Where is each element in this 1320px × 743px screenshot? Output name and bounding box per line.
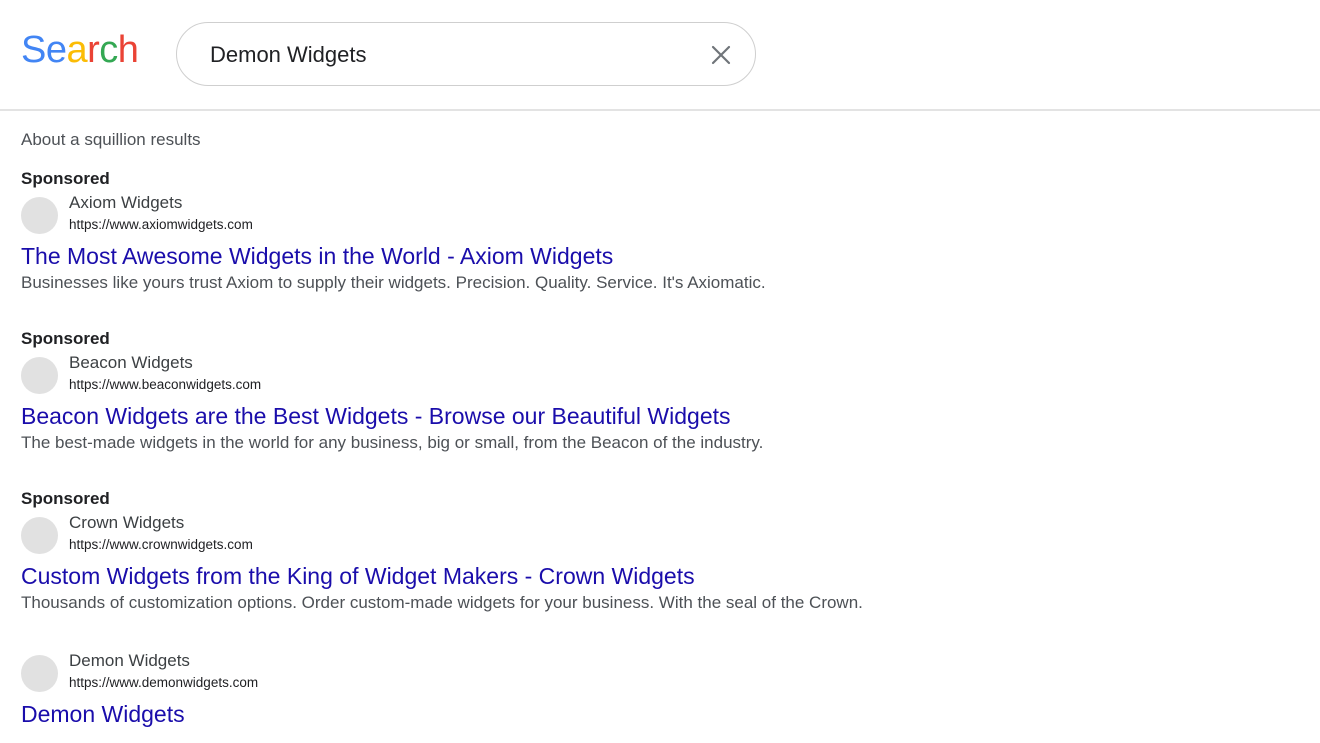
site-url: https://www.demonwidgets.com (69, 675, 259, 690)
site-url: https://www.axiomwidgets.com (69, 217, 253, 232)
site-url: https://www.beaconwidgets.com (69, 377, 262, 392)
logo-letter: r (87, 29, 100, 71)
site-favicon (21, 655, 58, 692)
site-name: Axiom Widgets (69, 193, 183, 212)
result-title-link[interactable]: The Most Awesome Widgets in the World - … (21, 241, 1121, 271)
site-info[interactable]: Demon Widgets https://www.demonwidgets.c… (21, 649, 1121, 699)
site-url: https://www.crownwidgets.com (69, 537, 253, 552)
search-header: S e a r c h (0, 0, 1320, 111)
site-info[interactable]: Beacon Widgets https://www.beaconwidgets… (21, 351, 1121, 401)
close-icon (711, 45, 731, 65)
site-favicon (21, 517, 58, 554)
site-name: Crown Widgets (69, 513, 185, 532)
logo-letter: e (45, 29, 67, 71)
result-snippet: The best-made widgets in the world for a… (21, 433, 764, 452)
result-snippet: Thousands of customization options. Orde… (21, 593, 863, 612)
logo-letter: a (66, 29, 88, 71)
sponsored-result: Sponsored Crown Widgets https://www.crow… (21, 488, 1121, 615)
site-name: Beacon Widgets (69, 353, 193, 372)
sponsored-label: Sponsored (21, 489, 110, 508)
result-title-link[interactable]: Demon Widgets (21, 699, 1121, 729)
result-snippet: Businesses like yours trust Axiom to sup… (21, 273, 766, 292)
search-input[interactable] (210, 41, 680, 69)
search-box[interactable] (176, 22, 756, 86)
result-title-link[interactable]: Beacon Widgets are the Best Widgets - Br… (21, 401, 1121, 431)
sponsored-result: Sponsored Axiom Widgets https://www.axio… (21, 168, 1121, 295)
site-favicon (21, 357, 58, 394)
logo-letter: S (21, 29, 46, 71)
site-info[interactable]: Axiom Widgets https://www.axiomwidgets.c… (21, 191, 1121, 241)
result-stats: About a squillion results (21, 130, 201, 149)
search-logo[interactable]: S e a r c h (21, 27, 139, 73)
organic-result: Demon Widgets https://www.demonwidgets.c… (21, 649, 1121, 729)
site-favicon (21, 197, 58, 234)
clear-search-button[interactable] (707, 41, 735, 69)
sponsored-label: Sponsored (21, 329, 110, 348)
logo-letter: h (117, 29, 139, 71)
sponsored-label: Sponsored (21, 169, 110, 188)
sponsored-result: Sponsored Beacon Widgets https://www.bea… (21, 328, 1121, 455)
logo-letter: c (99, 29, 118, 71)
site-name: Demon Widgets (69, 651, 190, 670)
results-area: About a squillion results Sponsored Axio… (21, 128, 1121, 729)
site-info[interactable]: Crown Widgets https://www.crownwidgets.c… (21, 511, 1121, 561)
result-title-link[interactable]: Custom Widgets from the King of Widget M… (21, 561, 1121, 591)
